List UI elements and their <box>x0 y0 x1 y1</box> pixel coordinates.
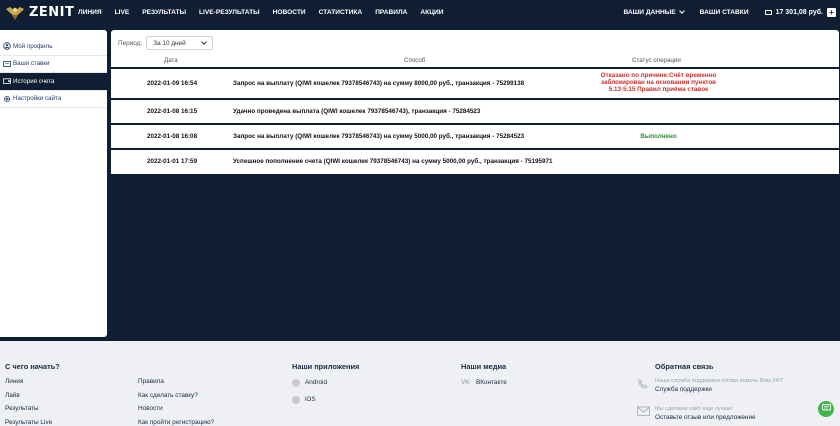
review-link[interactable]: Оставьте отзыв или предложение <box>655 414 756 421</box>
footer-link-ios[interactable]: iOS <box>305 396 316 403</box>
period-value: За 10 дней <box>153 39 186 47</box>
balance-amount: 17 301,08 руб. <box>775 8 823 16</box>
gear-icon <box>3 95 11 103</box>
top-navbar: ZENIT ЛИНИЯ LIVE РЕЗУЛЬТАТЫ LIVE-РЕЗУЛЬТ… <box>0 0 840 24</box>
support-caption: Наша служба поддержки готова помочь Вам … <box>655 378 783 384</box>
review-caption: Мы сделаем сайт еще лучше! <box>655 406 733 412</box>
footer-feedback-title: Обратная связь <box>655 362 714 371</box>
footer-link-live[interactable]: Лайв <box>5 392 20 399</box>
table-row: 2022-01-09 16:54 Запрос на выплату (QIWI… <box>111 67 839 98</box>
period-select[interactable]: За 10 дней <box>146 36 214 50</box>
row-method: Удачно проведена выплата (QIWI кошелек 7… <box>233 108 481 115</box>
wallet-icon <box>764 9 772 15</box>
wallet-icon <box>3 77 11 85</box>
footer-link-results-live[interactable]: Результаты Live <box>5 419 52 426</box>
your-data-label: ВАШИ ДАННЫЕ <box>623 8 676 16</box>
mail-icon <box>637 406 650 417</box>
row-method: Успешное пополнение счета (QIWI кошелек … <box>233 158 553 165</box>
footer-link-rules[interactable]: Правила <box>138 378 164 385</box>
footer-link-vk[interactable]: ВКонтакте <box>476 379 507 386</box>
add-funds-button[interactable]: + <box>827 7 836 17</box>
balance-display[interactable]: 17 301,08 руб. + <box>764 7 836 17</box>
support-link[interactable]: Служба поддержки <box>655 386 712 393</box>
footer-start-title: С чего начать? <box>5 362 60 371</box>
nav-line[interactable]: ЛИНИЯ <box>78 9 102 16</box>
logo[interactable]: ZENIT <box>4 3 74 21</box>
nav-news[interactable]: НОВОСТИ <box>273 9 306 16</box>
chat-button[interactable] <box>818 401 834 417</box>
chat-icon <box>821 404 831 414</box>
footer-media-title: Наши медиа <box>461 362 507 371</box>
row-date: 2022-01-01 17:59 <box>147 158 198 165</box>
column-header-status: Статус операции <box>632 57 681 64</box>
logo-emblem-icon <box>4 3 26 21</box>
footer-link-line[interactable]: Линия <box>5 378 23 385</box>
account-nav: ВАШИ ДАННЫЕ ВАШИ СТАВКИ 17 301,08 руб. + <box>607 0 836 24</box>
nav-promotions[interactable]: АКЦИИ <box>420 9 443 16</box>
footer: С чего начать? Линия Лайв Результаты Рез… <box>0 341 840 426</box>
period-filter: Период: За 10 дней <box>118 36 214 50</box>
status-line: заблокирован на основании пунктов <box>600 79 717 87</box>
sidebar-item-label: Ваши ставки <box>13 60 50 68</box>
logo-text: ZENIT <box>29 4 75 20</box>
row-date: 2022-01-09 16:54 <box>147 80 198 87</box>
row-status: Отказано по причине:Счёт временно заблок… <box>596 72 721 94</box>
table-row: 2022-01-01 17:59 Успешное пополнение сче… <box>111 148 839 174</box>
nav-live-results[interactable]: LIVE-РЕЗУЛЬТАТЫ <box>199 9 260 16</box>
footer-link-android[interactable]: Android <box>305 379 327 386</box>
chevron-down-icon <box>678 7 685 14</box>
row-method: Запрос на выплату (QIWI кошелек 79378546… <box>233 133 525 140</box>
phone-icon <box>637 378 650 389</box>
your-data-dropdown[interactable]: ВАШИ ДАННЫЕ <box>623 7 685 16</box>
table-row: 2022-01-08 16:15 Удачно проведена выплат… <box>111 98 839 123</box>
nav-results[interactable]: РЕЗУЛЬТАТЫ <box>142 9 186 16</box>
nav-live[interactable]: LIVE <box>115 9 130 16</box>
row-date: 2022-01-08 16:15 <box>147 108 198 115</box>
status-line: Выполнено <box>640 133 677 140</box>
footer-link-news[interactable]: Новости <box>138 405 163 412</box>
ticket-icon <box>3 60 11 68</box>
sidebar-item-label: Настройки сайта <box>13 95 62 103</box>
apple-icon <box>292 396 300 404</box>
sidebar-item-label: Мой профиль <box>13 42 53 50</box>
status-line: 5.13-5.15 Правил приёма ставок <box>608 86 709 94</box>
table-row: 2022-01-08 16:08 Запрос на выплату (QIWI… <box>111 123 839 148</box>
sidebar-item-account-history[interactable]: История счета <box>0 73 107 91</box>
column-header-date: Дата <box>164 57 178 64</box>
account-sidebar: Мой профиль Ваши ставки История счета На… <box>0 30 107 337</box>
account-history-panel: Период: За 10 дней Дата Способ Статус оп… <box>111 30 839 174</box>
column-header-method: Способ <box>404 57 426 64</box>
row-method: Запрос на выплату (QIWI кошелек 79378546… <box>233 80 525 87</box>
table-header: Дата Способ Статус операции <box>111 57 839 66</box>
period-label: Период: <box>118 39 143 47</box>
your-bets-link[interactable]: ВАШИ СТАВКИ <box>700 9 749 16</box>
footer-link-how-to-bet[interactable]: Как сделать ставку? <box>138 392 198 399</box>
footer-link-results[interactable]: Результаты <box>5 405 39 412</box>
vk-icon: VK <box>461 379 471 386</box>
sidebar-item-label: История счета <box>13 77 55 85</box>
sidebar-item-settings[interactable]: Настройки сайта <box>0 91 107 108</box>
sidebar-item-profile[interactable]: Мой профиль <box>0 38 107 56</box>
row-date: 2022-01-08 16:08 <box>147 133 198 140</box>
android-icon <box>292 379 300 387</box>
footer-apps-title: Наши приложения <box>292 362 360 371</box>
nav-statistics[interactable]: СТАТИСТИКА <box>319 9 363 16</box>
main-nav: ЛИНИЯ LIVE РЕЗУЛЬТАТЫ LIVE-РЕЗУЛЬТАТЫ НО… <box>78 9 457 16</box>
sidebar-item-bets[interactable]: Ваши ставки <box>0 56 107 73</box>
chevron-down-icon <box>201 38 208 45</box>
footer-link-registration[interactable]: Как пройти регистрацию? <box>138 419 214 426</box>
nav-rules[interactable]: ПРАВИЛА <box>375 9 407 16</box>
user-icon <box>3 42 11 50</box>
row-status: Выполнено <box>596 133 721 140</box>
